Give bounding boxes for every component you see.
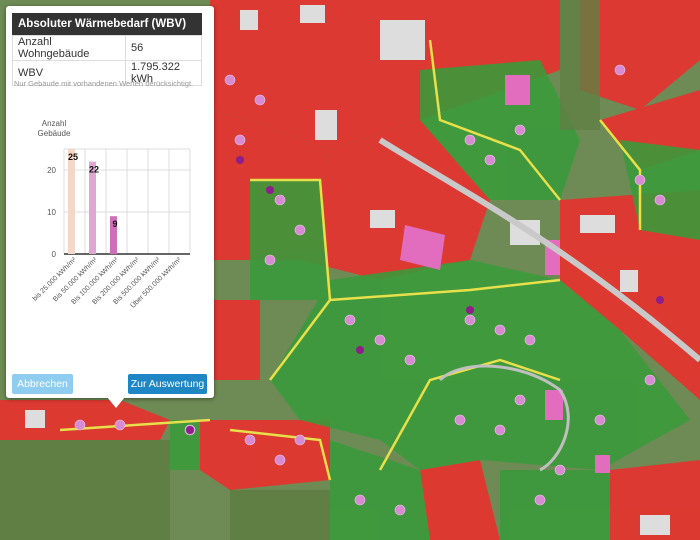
y-tick-label: 20 (47, 166, 56, 175)
evaluate-button[interactable]: Zur Auswertung (128, 374, 207, 394)
y-tick-label: 0 (52, 250, 57, 259)
y-axis-label: Gebäude (38, 129, 71, 138)
data-label: 25 (68, 152, 78, 162)
bar (68, 149, 75, 254)
row-label: Anzahl Wohngebäude (12, 35, 126, 61)
y-axis-label: Anzahl (42, 119, 67, 128)
histogram-chart: AnzahlGebäude0102025229bis 25.000 kWh/m²… (32, 119, 191, 310)
popup-note: Nur Gebäude mit vorhandenen Werten berüc… (14, 79, 194, 88)
data-label: 9 (112, 219, 117, 229)
bar (89, 161, 96, 254)
popup-pointer (107, 397, 125, 408)
row-value: 56 (125, 35, 202, 61)
data-label: 22 (89, 165, 99, 175)
popup-title: Absoluter Wärmebedarf (WBV) (12, 13, 202, 35)
y-tick-label: 10 (47, 208, 56, 217)
table-row: Anzahl Wohngebäude 56 (12, 35, 202, 61)
cancel-button[interactable]: Abbrechen (12, 374, 73, 394)
info-popup: Absoluter Wärmebedarf (WBV) Anzahl Wohng… (6, 6, 214, 398)
